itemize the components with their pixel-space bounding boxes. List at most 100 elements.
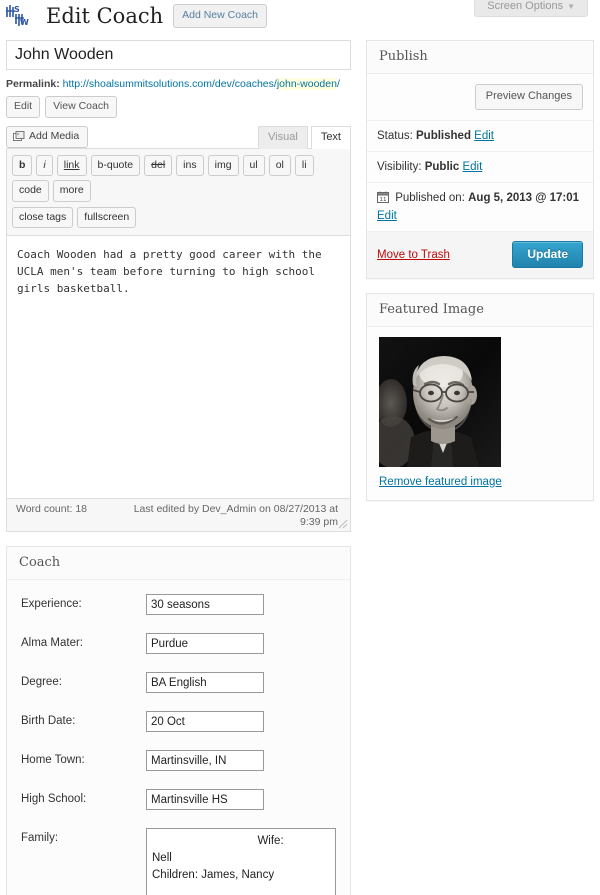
site-logo-icon: S W xyxy=(6,4,36,28)
published-on-edit-link[interactable]: Edit xyxy=(377,210,397,222)
label-experience: Experience: xyxy=(21,598,82,610)
preview-changes-button[interactable]: Preview Changes xyxy=(474,84,583,110)
media-buttons-row: Add Media Visual Text xyxy=(6,125,351,149)
input-home-town[interactable] xyxy=(146,750,264,771)
add-media-label: Add Media xyxy=(29,129,80,142)
publish-metabox: Publish Preview Changes Status: Publishe… xyxy=(366,40,594,279)
permalink-url-prefix[interactable]: http://shoalsummitsolutions.com/dev/coac… xyxy=(63,78,277,90)
visibility-value: Public xyxy=(424,161,460,173)
permalink-slug[interactable]: john-wooden xyxy=(276,78,337,90)
media-icon xyxy=(13,130,25,142)
word-count-value: 18 xyxy=(75,503,88,515)
visibility-row: Visibility: Public Edit xyxy=(367,152,593,183)
quicktag-close-tags[interactable]: close tags xyxy=(12,206,74,228)
permalink-buttons: Edit View Coach xyxy=(6,96,351,118)
svg-text:W: W xyxy=(20,18,29,27)
input-birth-date[interactable] xyxy=(146,711,264,732)
field-row-experience: Experience: xyxy=(21,594,340,615)
coach-metabox-title: Coach xyxy=(19,555,61,570)
publish-actions-row: Move to Trash Update xyxy=(367,232,593,278)
add-media-button[interactable]: Add Media xyxy=(6,125,89,148)
publish-metabox-title: Publish xyxy=(379,49,428,64)
editor-resize-handle[interactable] xyxy=(337,518,348,529)
label-family: Family: xyxy=(21,832,59,844)
status-label: Status: xyxy=(377,130,413,142)
wp-admin-edit-coach-page: Screen Options ▼ S W Edit Coach Add New C… xyxy=(0,0,600,895)
svg-text:S: S xyxy=(14,5,20,14)
remove-featured-image-link[interactable]: Remove featured image xyxy=(379,476,502,488)
tab-text[interactable]: Text xyxy=(310,125,351,149)
quicktag-del[interactable]: del xyxy=(144,154,173,176)
quicktag-i[interactable]: i xyxy=(36,154,53,176)
quicktag-ol[interactable]: ol xyxy=(268,154,291,176)
quicktag-b[interactable]: b xyxy=(12,154,33,176)
quicktag-img[interactable]: img xyxy=(207,154,239,176)
chevron-down-icon: ▼ xyxy=(567,2,575,11)
coach-metabox: Coach Experience: Alma Mater: Degree: Bi… xyxy=(6,546,351,895)
quicktag-li[interactable]: li xyxy=(294,154,314,176)
word-count-label: Word count: xyxy=(16,503,73,515)
status-edit-link[interactable]: Edit xyxy=(474,130,494,142)
update-button[interactable]: Update xyxy=(512,241,583,268)
quicktag-b-quote[interactable]: b-quote xyxy=(90,154,141,176)
input-family[interactable]: Wife: Nell Children: James, Nancy xyxy=(146,828,336,895)
input-alma-mater[interactable] xyxy=(146,633,264,654)
label-birth-date: Birth Date: xyxy=(21,715,76,727)
visibility-label: Visibility: xyxy=(377,161,422,173)
side-column: Publish Preview Changes Status: Publishe… xyxy=(366,40,594,501)
screen-options-label: Screen Options xyxy=(487,0,564,12)
featured-image-metabox-header[interactable]: Featured Image xyxy=(367,294,593,327)
quicktags-toolbar: b i link b-quote del ins img ul ol li co… xyxy=(7,148,350,236)
coach-metabox-header[interactable]: Coach xyxy=(7,547,350,580)
editor-footer: Word count: 18 Last edited by Dev_Admin … xyxy=(7,498,350,531)
permalink-label: Permalink: xyxy=(6,78,60,90)
published-on-row: 11 Published on: Aug 5, 2013 @ 17:01 Edi… xyxy=(367,183,593,232)
coach-metabox-body: Experience: Alma Mater: Degree: Birth Da… xyxy=(7,580,350,895)
tab-visual[interactable]: Visual xyxy=(258,125,308,149)
field-row-family: Family: Wife: Nell Children: James, Nanc… xyxy=(21,828,340,895)
quicktag-more[interactable]: more xyxy=(52,180,91,202)
label-home-town: Home Town: xyxy=(21,754,85,766)
input-degree[interactable] xyxy=(146,672,264,693)
page-title: Edit Coach xyxy=(46,4,164,28)
preview-row: Preview Changes xyxy=(367,74,593,121)
page-header: S W Edit Coach Add New Coach xyxy=(6,4,267,28)
permalink-url-suffix: / xyxy=(336,78,340,90)
editor-mode-tabs: Visual Text xyxy=(255,125,351,149)
quicktag-ul[interactable]: ul xyxy=(242,154,265,176)
svg-text:11: 11 xyxy=(380,197,387,203)
status-row: Status: Published Edit xyxy=(367,121,593,152)
add-new-coach-button[interactable]: Add New Coach xyxy=(173,4,267,28)
field-row-birth-date: Birth Date: xyxy=(21,711,340,732)
field-row-home-town: Home Town: xyxy=(21,750,340,771)
field-row-high-school: High School: xyxy=(21,789,340,810)
post-title-input[interactable] xyxy=(6,40,351,70)
field-row-alma-mater: Alma Mater: xyxy=(21,633,340,654)
label-alma-mater: Alma Mater: xyxy=(21,637,83,649)
featured-image-metabox: Featured Image Remove featured image xyxy=(366,293,594,501)
word-count: Word count: 18 xyxy=(16,503,111,516)
quicktag-link[interactable]: link xyxy=(56,154,87,176)
quicktags-row-2: close tags fullscreen xyxy=(12,206,345,228)
status-value: Published xyxy=(416,130,471,142)
label-degree: Degree: xyxy=(21,676,62,688)
published-on-label: Published on: xyxy=(395,192,465,204)
edit-permalink-button[interactable]: Edit xyxy=(6,96,41,118)
visibility-edit-link[interactable]: Edit xyxy=(462,161,482,173)
editor-content-area[interactable]: Coach Wooden had a pretty good career wi… xyxy=(7,236,350,498)
move-to-trash-link[interactable]: Move to Trash xyxy=(377,249,450,261)
main-column: Permalink: http://shoalsummitsolutions.c… xyxy=(6,40,351,895)
quicktag-fullscreen[interactable]: fullscreen xyxy=(77,206,137,228)
screen-options-tab[interactable]: Screen Options ▼ xyxy=(474,0,588,17)
publish-metabox-header[interactable]: Publish xyxy=(367,41,593,74)
input-high-school[interactable] xyxy=(146,789,264,810)
quicktag-ins[interactable]: ins xyxy=(176,154,204,176)
input-experience[interactable] xyxy=(146,594,264,615)
published-on-value: Aug 5, 2013 @ 17:01 xyxy=(468,192,580,204)
permalink-row: Permalink: http://shoalsummitsolutions.c… xyxy=(6,77,351,91)
featured-image-metabox-body: Remove featured image xyxy=(367,327,593,500)
quicktag-code[interactable]: code xyxy=(12,180,49,202)
featured-image-thumbnail[interactable] xyxy=(379,337,501,467)
label-high-school: High School: xyxy=(21,793,87,805)
view-coach-button[interactable]: View Coach xyxy=(45,96,117,118)
